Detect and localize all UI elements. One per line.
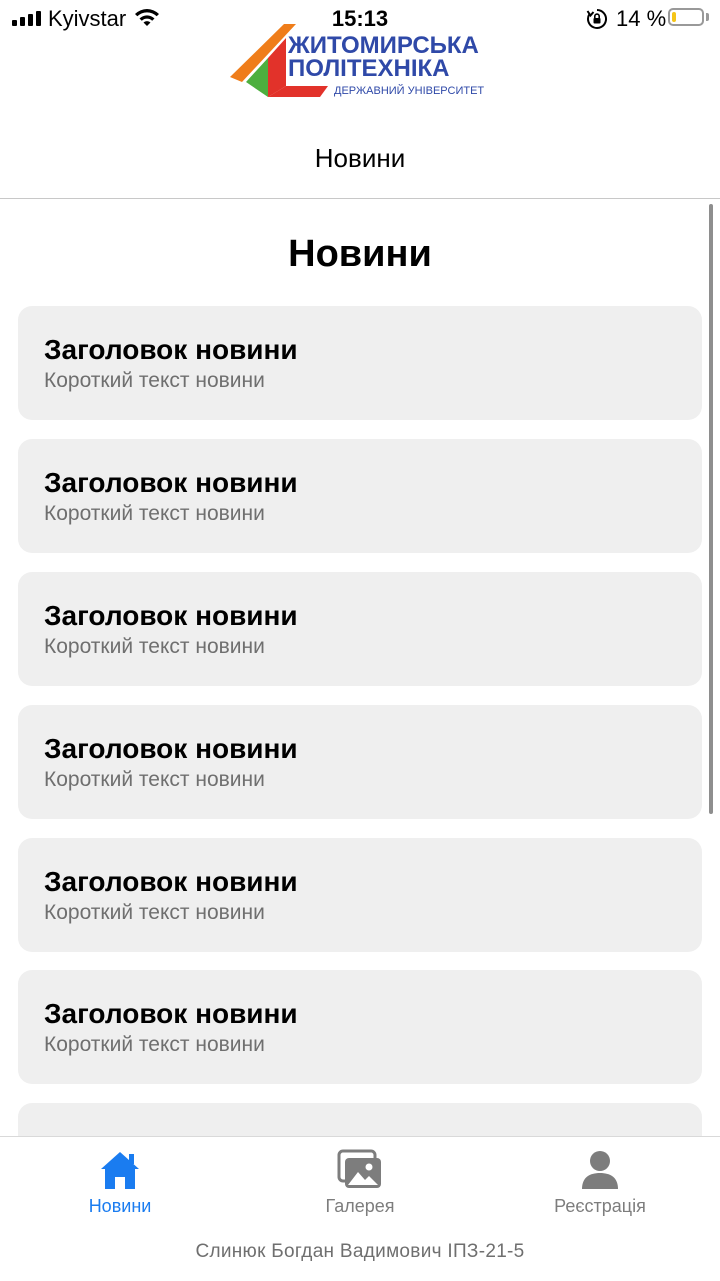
university-logo: ЖИТОМИРСЬКА ПОЛІТЕХНІКА ДЕРЖАВНИЙ УНІВЕР… [228, 22, 498, 102]
news-card[interactable]: Заголовок новини Короткий текст новини [18, 306, 702, 420]
home-icon [30, 1149, 210, 1193]
news-title: Заголовок новини [44, 334, 298, 365]
battery-icon [668, 8, 704, 26]
gallery-icon [270, 1149, 450, 1193]
news-title: Заголовок новини [44, 733, 298, 764]
battery-nub [706, 13, 709, 21]
news-title: Заголовок новини [44, 600, 298, 631]
footer-credit: Слинюк Богдан Вадимович ІПЗ-21-5 [195, 1241, 525, 1262]
tab-registration[interactable]: Реєстрація [510, 1137, 690, 1227]
rotation-lock-icon [586, 8, 608, 35]
news-title: Заголовок новини [44, 998, 298, 1029]
battery-level [672, 12, 676, 22]
tab-label: Реєстрація [554, 1196, 646, 1216]
news-card[interactable]: Заголовок новини Короткий текст новини [18, 838, 702, 952]
tab-label: Галерея [325, 1196, 395, 1216]
news-text: Короткий текст новини [44, 1033, 265, 1056]
news-text: Короткий текст новини [44, 901, 265, 924]
news-text: Короткий текст новини [44, 369, 265, 392]
news-card[interactable]: Заголовок новини Короткий текст новини [18, 970, 702, 1084]
news-text: Короткий текст новини [44, 768, 265, 791]
person-icon [510, 1149, 690, 1193]
tab-label: Новини [88, 1196, 152, 1216]
battery-percent: 14 % [616, 6, 667, 31]
news-text: Короткий текст новини [44, 635, 265, 658]
tab-news[interactable]: Новини [30, 1137, 210, 1227]
news-card[interactable]: Заголовок новини Короткий текст новини [18, 705, 702, 819]
tab-bar: Новини Галерея Реєстрація Слинюк Богдан … [0, 1136, 720, 1281]
news-title: Заголовок новини [44, 866, 298, 897]
news-text: Короткий текст новини [44, 502, 265, 525]
news-card[interactable]: Заголовок новини Короткий текст новини [18, 572, 702, 686]
tab-gallery[interactable]: Галерея [270, 1137, 450, 1227]
page-heading: Новини [288, 233, 432, 275]
header-divider [0, 198, 720, 199]
nav-title: Новини [314, 143, 406, 173]
news-title: Заголовок новини [44, 467, 298, 498]
scrollbar[interactable] [709, 204, 713, 814]
logo-subtitle: ДЕРЖАВНИЙ УНІВЕРСИТЕТ [334, 85, 485, 97]
news-card[interactable]: Заголовок новини Короткий текст новини [18, 439, 702, 553]
logo-title-line2: ПОЛІТЕХНІКА [288, 55, 450, 82]
